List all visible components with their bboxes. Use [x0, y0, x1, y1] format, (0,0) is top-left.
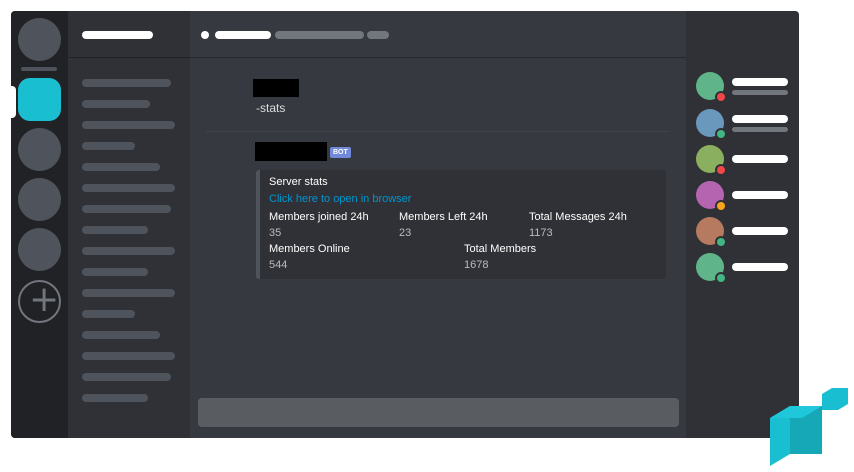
app-window: + -stats BOT Server stats Click here to … [11, 11, 799, 438]
member-name-placeholder[interactable] [732, 227, 788, 235]
status-online-icon [715, 236, 727, 248]
member-name-placeholder[interactable] [732, 78, 788, 86]
field-name: Members Left 24h [399, 211, 488, 223]
server-icon-4[interactable] [18, 228, 61, 271]
field-value: 35 [269, 227, 282, 239]
field-value: 23 [399, 227, 412, 239]
server-name-placeholder [82, 31, 153, 39]
channel-item[interactable] [82, 79, 171, 87]
channel-item[interactable] [82, 331, 160, 339]
server-rail: + [11, 11, 68, 438]
server-icon-active[interactable] [18, 78, 61, 121]
field-name: Total Messages 24h [529, 211, 627, 223]
channel-item[interactable] [82, 268, 148, 276]
status-dnd-icon [715, 164, 727, 176]
channel-topic-placeholder [275, 31, 364, 39]
member-name-placeholder[interactable] [732, 263, 788, 271]
status-online-icon [715, 272, 727, 284]
member-avatar[interactable] [696, 109, 727, 140]
member-avatar[interactable] [696, 145, 727, 176]
member-name-placeholder[interactable] [732, 191, 788, 199]
field-value: 544 [269, 259, 288, 271]
channel-item[interactable] [82, 310, 135, 318]
status-online-icon [715, 128, 727, 140]
member-avatar[interactable] [696, 217, 727, 248]
plus-icon: + [29, 279, 60, 320]
message-divider [206, 131, 669, 132]
channel-item[interactable] [82, 184, 175, 192]
member-name-placeholder[interactable] [732, 115, 788, 123]
channel-item[interactable] [82, 247, 175, 255]
channel-item[interactable] [82, 100, 150, 108]
rail-divider [21, 67, 57, 71]
member-avatar[interactable] [696, 181, 727, 212]
field-value: 1678 [464, 259, 489, 271]
bot-badge: BOT [330, 147, 351, 158]
server-name-header[interactable] [68, 11, 190, 58]
member-activity-placeholder [732, 127, 788, 132]
channel-item[interactable] [82, 163, 160, 171]
channel-sidebar [68, 11, 190, 438]
member-avatar[interactable] [696, 253, 727, 284]
channel-name-placeholder [215, 31, 271, 39]
channel-item[interactable] [82, 352, 175, 360]
status-dnd-icon [715, 91, 727, 103]
selected-server-indicator [11, 86, 16, 118]
channel-topic-placeholder [367, 31, 389, 39]
channel-item[interactable] [82, 289, 175, 297]
channel-item[interactable] [82, 142, 135, 150]
member-list [686, 11, 799, 438]
field-name: Members Online [269, 243, 350, 255]
channel-item[interactable] [82, 394, 148, 402]
redacted-username [253, 79, 299, 97]
server-icon-2[interactable] [18, 128, 61, 171]
server-icon-home[interactable] [18, 18, 61, 61]
stats-embed: Server stats Click here to open in brows… [256, 170, 666, 279]
channel-hash-icon [201, 31, 209, 39]
cube-logo [770, 388, 848, 466]
message-content: -stats [256, 101, 286, 115]
channel-item[interactable] [82, 205, 171, 213]
message-input[interactable] [198, 398, 679, 427]
member-name-placeholder[interactable] [732, 155, 788, 163]
field-name: Total Members [464, 243, 537, 255]
channel-item[interactable] [82, 226, 148, 234]
member-avatar[interactable] [696, 72, 727, 103]
server-icon-3[interactable] [18, 178, 61, 221]
embed-title: Server stats [269, 176, 328, 188]
field-value: 1173 [529, 227, 553, 239]
field-name: Members joined 24h [269, 211, 369, 223]
embed-open-in-browser-link[interactable]: Click here to open in browser [269, 193, 411, 205]
redacted-bot-username [255, 142, 327, 161]
channel-item[interactable] [82, 373, 171, 381]
member-activity-placeholder [732, 90, 788, 95]
add-server-button[interactable]: + [18, 280, 61, 323]
status-idle-icon [715, 200, 727, 212]
channel-item[interactable] [82, 121, 175, 129]
logo-small-cube [822, 388, 848, 410]
